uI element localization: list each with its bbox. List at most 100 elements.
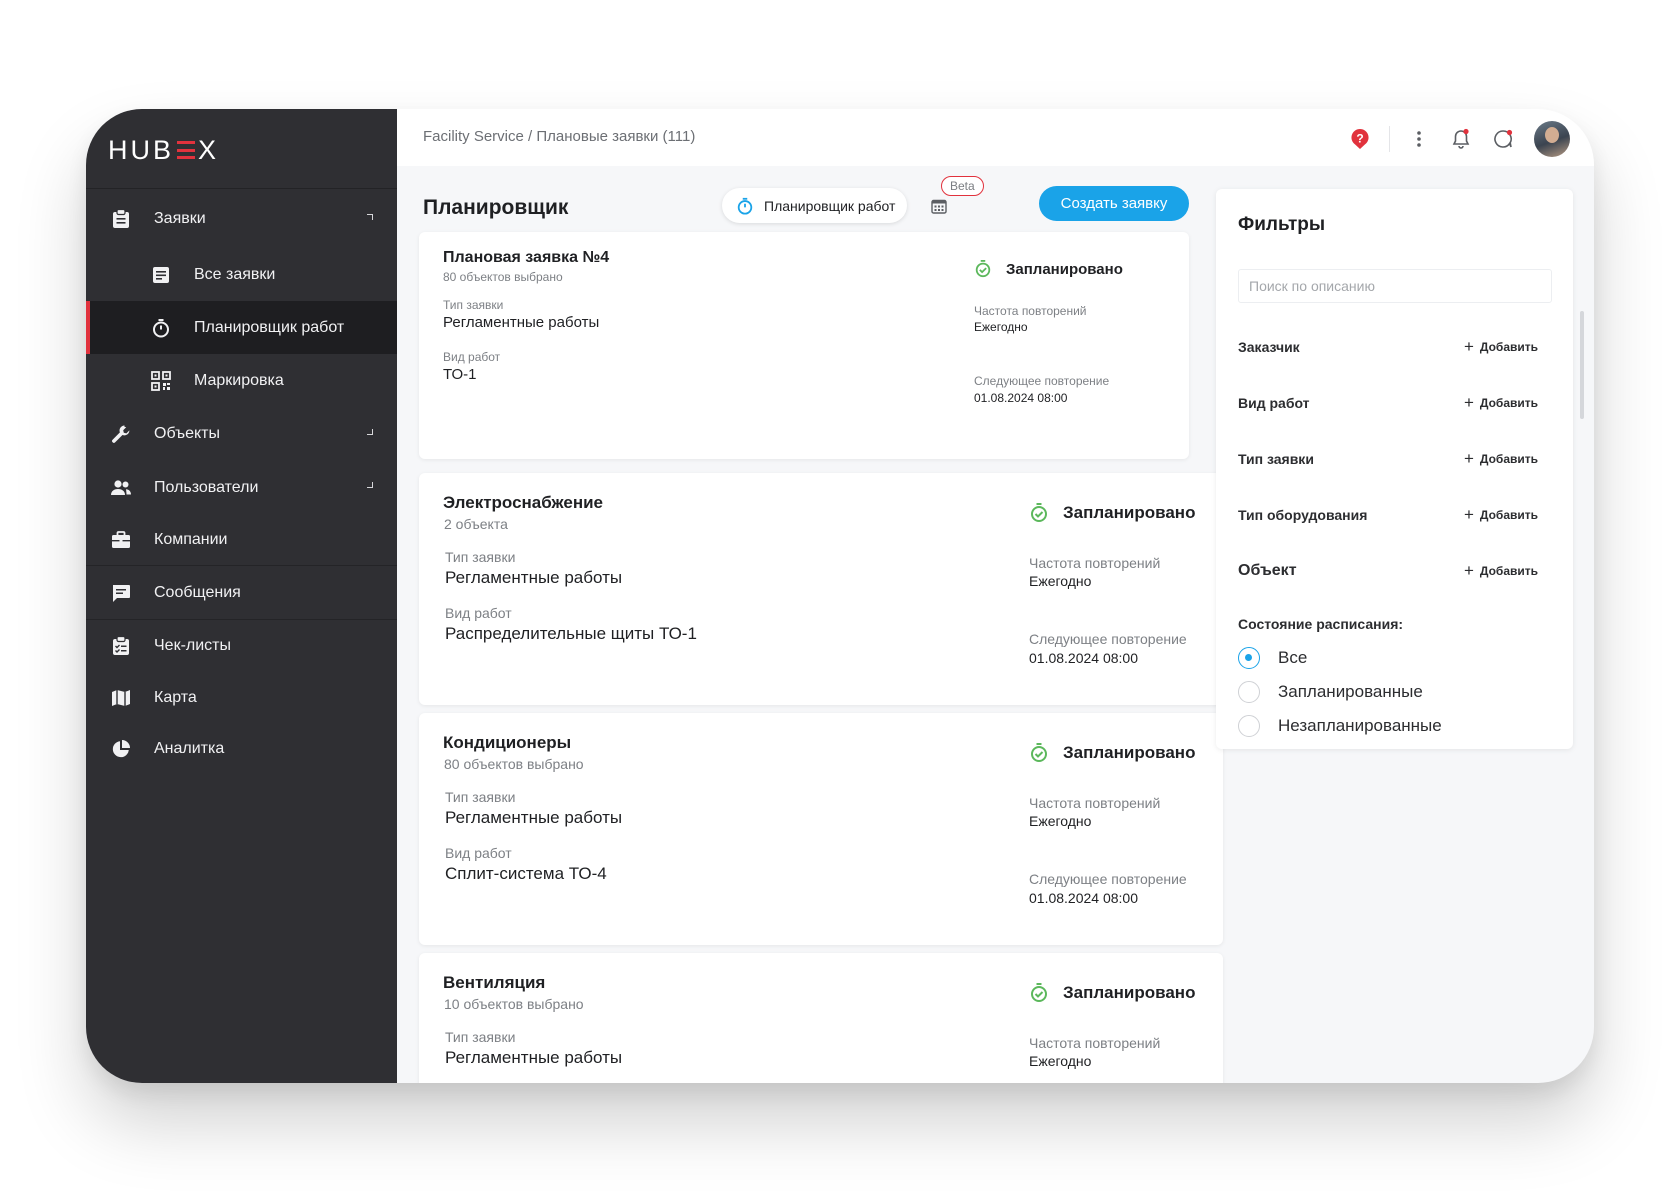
request-card[interactable]: Плановая заявка №4 80 объектов выбрано З… [419, 232, 1189, 459]
card-subtitle: 2 объекта [444, 516, 508, 532]
top-actions: ? [1335, 121, 1570, 157]
app-window: HUB X Заявки Все заявки Планировщик рабо… [86, 109, 1594, 1083]
more-vertical-icon[interactable] [1402, 122, 1436, 156]
card-title: Вентиляция [443, 973, 546, 992]
sidebar-item-label: Чек-листы [154, 637, 231, 654]
add-filter-button[interactable]: + Добавить [1464, 449, 1538, 469]
add-label: Добавить [1479, 340, 1538, 354]
sidebar-item-label: Планировщик работ [194, 318, 345, 336]
timer-check-icon [1029, 742, 1049, 764]
radio-unscheduled[interactable]: Незапланированные [1238, 714, 1442, 738]
radio-label: Все [1278, 648, 1308, 667]
checklist-icon [110, 635, 132, 657]
type-label: Тип заявки [445, 549, 516, 565]
chevron-down-icon [367, 482, 373, 488]
help-icon[interactable]: ? [1343, 122, 1377, 156]
next-run-label: Следующее повторение [974, 374, 1110, 388]
sidebar-item-map[interactable]: Карта [86, 672, 397, 724]
type-label: Тип заявки [443, 298, 504, 312]
work-value: Сплит-система ТО-4 [445, 864, 607, 883]
frequency-value: Ежегодно [1029, 573, 1092, 589]
status-label: Запланировано [1063, 743, 1196, 762]
plus-icon: + [1463, 505, 1474, 524]
filter-name: Объект [1238, 562, 1297, 579]
sidebar-item-label: Аналитка [154, 740, 225, 757]
frequency-value: Ежегодно [974, 320, 1028, 334]
search-input[interactable] [1238, 269, 1552, 303]
sidebar-item-analytics[interactable]: Аналитка [86, 724, 397, 774]
filters-title: Фильтры [1238, 214, 1326, 235]
svg-text:?: ? [1356, 132, 1363, 146]
frequency-label: Частота повторений [1029, 1035, 1161, 1051]
chat-icon[interactable] [1486, 122, 1520, 156]
scrollbar[interactable] [1580, 311, 1584, 419]
radio-label: Запланированные [1278, 682, 1423, 701]
plus-icon: + [1463, 337, 1474, 356]
calendar-icon[interactable] [927, 194, 951, 218]
frequency-value: Ежегодно [1029, 813, 1092, 829]
frequency-label: Частота повторений [1029, 555, 1161, 571]
filters-panel: Фильтры Заказчик + Добавить Вид работ + До… [1216, 189, 1573, 749]
timer-icon [150, 317, 172, 339]
add-filter-button[interactable]: + Добавить [1464, 505, 1538, 525]
main-content: Планировщик Планировщик работ Beta Созда… [397, 166, 1223, 1083]
sidebar-item-objects[interactable]: Объекты [86, 407, 397, 460]
clipboard-icon [110, 208, 132, 230]
hubex-logo[interactable]: HUB X [108, 135, 219, 165]
bell-icon[interactable] [1444, 122, 1478, 156]
map-icon [110, 687, 132, 709]
qr-code-icon [150, 370, 172, 392]
briefcase-icon [110, 529, 132, 551]
radio-scheduled[interactable]: Запланированные [1238, 680, 1423, 704]
type-value: Регламентные работы [445, 568, 623, 587]
radio-empty-icon [1238, 681, 1260, 703]
request-card[interactable]: Вентиляция 10 объектов выбрано Запланиро… [419, 953, 1223, 1083]
add-filter-button[interactable]: + Добавить [1464, 393, 1538, 413]
chevron-up-icon [367, 214, 373, 220]
status-label: Запланировано [1063, 983, 1196, 1002]
next-run-value: 01.08.2024 08:00 [974, 391, 1068, 405]
work-value: Распределительные щиты ТО-1 [445, 624, 697, 643]
frequency-label: Частота повторений [1029, 795, 1161, 811]
sidebar: HUB X Заявки Все заявки Планировщик рабо… [86, 109, 397, 1083]
logo-text-left: HUB [108, 134, 175, 165]
schedule-state-title: Состояние расписания: [1238, 616, 1404, 632]
card-subtitle: 80 объектов выбрано [444, 756, 584, 772]
plus-icon: + [1463, 393, 1474, 412]
add-filter-button[interactable]: + Добавить [1464, 337, 1538, 357]
sidebar-item-label: Карта [154, 689, 197, 706]
type-label: Тип заявки [445, 789, 516, 805]
timer-check-icon [1029, 502, 1049, 524]
sidebar-nav: Заявки Все заявки Планировщик работ Марк… [86, 189, 397, 774]
sidebar-item-checklists[interactable]: Чек-листы [86, 620, 397, 672]
chevron-down-icon [367, 429, 373, 435]
status-badge: Запланировано [1029, 742, 1195, 764]
logo-text-right: X [198, 134, 220, 165]
filter-row-equipment-type: Тип оборудования + Добавить [1238, 504, 1538, 526]
avatar[interactable] [1534, 121, 1570, 157]
radio-empty-icon [1238, 715, 1260, 737]
radio-all[interactable]: Все [1238, 646, 1307, 670]
next-run-label: Следующее повторение [1029, 631, 1187, 647]
sidebar-item-scheduler[interactable]: Планировщик работ [86, 301, 397, 354]
sidebar-item-messages[interactable]: Сообщения [86, 566, 397, 619]
filter-name: Тип заявки [1238, 451, 1314, 467]
sidebar-item-label: Все заявки [194, 265, 276, 283]
sidebar-item-users[interactable]: Пользователи [86, 460, 397, 515]
sidebar-item-all-requests[interactable]: Все заявки [86, 248, 397, 301]
next-run-label: Следующее повторение [1029, 871, 1187, 887]
sidebar-item-companies[interactable]: Компании [86, 515, 397, 565]
document-icon [150, 264, 172, 286]
add-filter-button[interactable]: + Добавить [1464, 561, 1538, 581]
work-label: Вид работ [443, 350, 501, 364]
create-request-button[interactable]: Создать заявку [1039, 186, 1189, 221]
filter-name: Тип оборудования [1238, 507, 1368, 523]
sidebar-item-requests[interactable]: Заявки [86, 189, 397, 248]
breadcrumb[interactable]: Facility Service / Плановые заявки (111) [423, 128, 695, 145]
request-card[interactable]: Кондиционеры 80 объектов выбрано Заплани… [419, 713, 1223, 945]
sidebar-item-label: Пользователи [154, 478, 259, 496]
request-card[interactable]: Электроснабжение 2 объекта Запланировано… [419, 473, 1223, 705]
scheduler-toggle[interactable]: Планировщик работ [722, 188, 908, 223]
type-value: Регламентные работы [443, 314, 600, 331]
sidebar-item-marking[interactable]: Маркировка [86, 354, 397, 407]
